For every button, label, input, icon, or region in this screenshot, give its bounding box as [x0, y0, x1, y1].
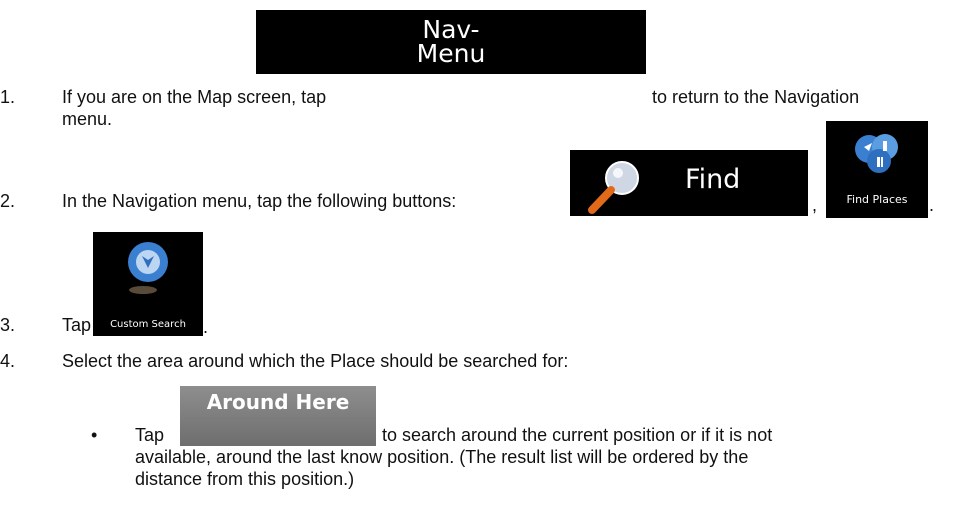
step-1-text-line2: menu.: [62, 109, 113, 129]
bullet-text-line3: distance from this position.): [135, 469, 355, 489]
nav-menu-button[interactable]: Nav- Menu: [256, 10, 646, 74]
step-2-number: 2.: [0, 191, 16, 211]
nav-menu-label-2: Menu: [416, 39, 486, 68]
custom-search-label: Custom Search: [110, 319, 186, 330]
step-3-period: .: [203, 317, 209, 337]
custom-search-button[interactable]: Custom Search: [93, 232, 203, 336]
magnifier-icon: [588, 161, 639, 214]
step-2-text: In the Navigation menu, tap the followin…: [62, 191, 457, 211]
bullet-symbol: •: [91, 425, 98, 445]
step-1-text-after: to return to the Navigation: [652, 87, 860, 107]
around-here-button[interactable]: Around Here: [180, 386, 376, 446]
bullet-text-after: to search around the current position or…: [382, 425, 773, 445]
find-label: Find: [685, 164, 741, 195]
step-2-separator-1: ,: [812, 195, 818, 215]
find-places-button[interactable]: Find Places: [826, 121, 928, 218]
custom-search-icon: [128, 242, 168, 294]
step-4-text: Select the area around which the Place s…: [62, 351, 569, 371]
step-3-text: Tap: [62, 315, 92, 335]
bullet-text: Tap: [135, 425, 165, 445]
around-here-label: Around Here: [206, 390, 350, 414]
find-button[interactable]: Find: [570, 150, 808, 216]
find-places-label: Find Places: [846, 193, 908, 206]
step-4-number: 4.: [0, 351, 16, 371]
step-2-separator-2: .: [929, 195, 935, 215]
step-3-number: 3.: [0, 315, 16, 335]
bullet-text-line2: available, around the last know position…: [135, 447, 749, 467]
step-1-number: 1.: [0, 87, 16, 107]
step-1-text: If you are on the Map screen, tap: [62, 87, 327, 107]
find-places-icon: [855, 134, 898, 173]
